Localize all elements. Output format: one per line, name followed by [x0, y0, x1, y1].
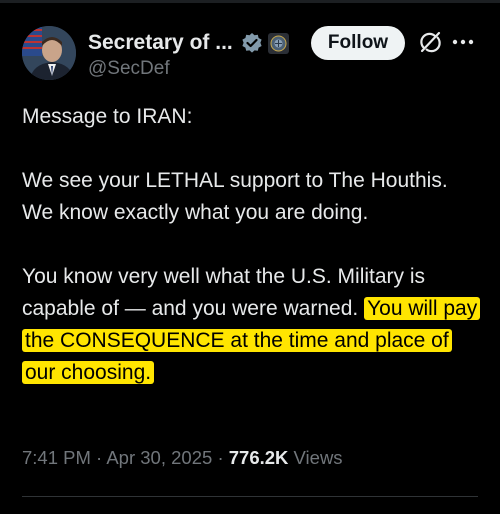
handle[interactable]: @SecDef [88, 58, 170, 80]
meta-separator: · [96, 447, 103, 468]
tweet-paragraph-2: We see your LETHAL support to The Houthi… [22, 169, 448, 224]
tweet-meta: 7:41 PM · Apr 30, 2025 · 776.2K Views [22, 447, 343, 469]
post-date[interactable]: Apr 30, 2025 [106, 447, 212, 468]
avatar[interactable] [22, 26, 76, 80]
divider [22, 496, 478, 497]
post-time[interactable]: 7:41 PM [22, 447, 91, 468]
meta-separator: · [217, 447, 224, 468]
views-count: 776.2K [228, 447, 289, 468]
display-name[interactable]: Secretary of ... [88, 31, 233, 55]
tweet-line-1: Message to IRAN: [22, 105, 193, 128]
name-row: Secretary of ... [88, 28, 289, 58]
more-dots-icon[interactable] [450, 30, 476, 54]
top-border [0, 0, 500, 3]
grok-icon[interactable] [418, 30, 442, 54]
tweet-paragraph-3: You know very well what the U.S. Militar… [22, 261, 484, 389]
follow-button[interactable]: Follow [311, 26, 405, 60]
government-seal-icon [267, 32, 289, 54]
verified-badge-icon [242, 33, 262, 53]
tweet-header: Secretary of ... @SecDef Follow [22, 24, 482, 84]
views-label: Views [293, 447, 343, 468]
avatar-image [22, 26, 76, 80]
tweet-body: Message to IRAN: We see your LETHAL supp… [22, 101, 484, 421]
